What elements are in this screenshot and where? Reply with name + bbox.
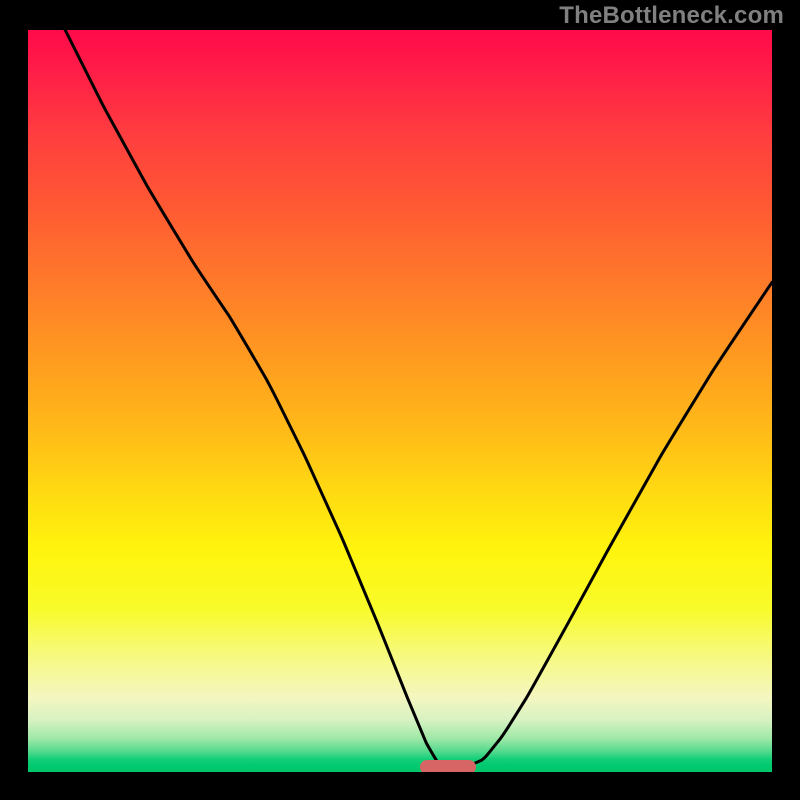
curve-svg bbox=[28, 30, 772, 772]
bottleneck-curve bbox=[65, 30, 772, 766]
chart-frame: TheBottleneck.com bbox=[0, 0, 800, 800]
plot-area bbox=[28, 30, 772, 772]
attribution-text: TheBottleneck.com bbox=[559, 2, 784, 30]
optimal-marker bbox=[420, 760, 476, 772]
